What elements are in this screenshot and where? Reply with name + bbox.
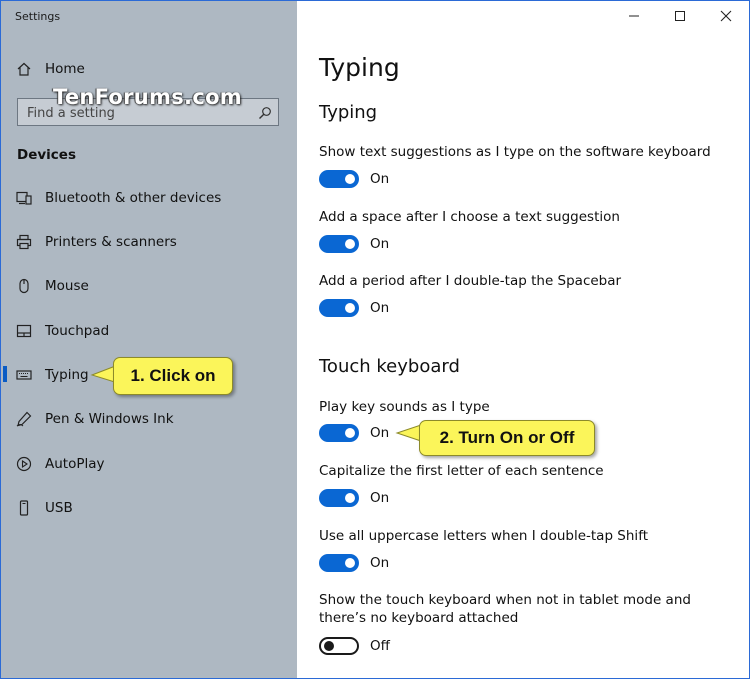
sidebar-item-bluetooth[interactable]: Bluetooth & other devices: [1, 178, 297, 218]
toggle-state: On: [370, 425, 390, 441]
sidebar-item-pen[interactable]: Pen & Windows Ink: [1, 399, 297, 439]
toggle-state: On: [370, 490, 390, 506]
section-heading-touch-keyboard: Touch keyboard: [319, 356, 460, 377]
usb-icon: [16, 500, 32, 516]
section-heading-typing: Typing: [319, 102, 378, 123]
sidebar-item-label: Pen & Windows Ink: [45, 411, 174, 427]
sidebar-item-usb[interactable]: USB: [1, 488, 297, 528]
setting-label: Capitalize the first letter of each sent…: [319, 463, 604, 479]
window-controls: [611, 1, 749, 31]
setting-toggle-row: On: [319, 487, 389, 509]
pen-icon: [16, 411, 32, 427]
sidebar-item-autoplay[interactable]: AutoPlay: [1, 444, 297, 484]
setting-label: Show text suggestions as I type on the s…: [319, 144, 711, 160]
sidebar-item-label: Typing: [45, 367, 89, 383]
sidebar-item-label: USB: [45, 500, 73, 516]
bluetooth-devices-icon: [16, 190, 32, 206]
touchpad-icon: [16, 323, 32, 339]
maximize-button[interactable]: [657, 1, 703, 31]
close-icon: [720, 10, 732, 22]
section-heading: Devices: [17, 147, 76, 163]
sidebar-item-printers[interactable]: Printers & scanners: [1, 222, 297, 262]
toggle-switch[interactable]: [319, 424, 359, 442]
toggle-switch[interactable]: [319, 637, 359, 655]
close-button[interactable]: [703, 1, 749, 31]
toggle-switch[interactable]: [319, 299, 359, 317]
sidebar-item-mouse[interactable]: Mouse: [1, 266, 297, 306]
setting-toggle-row: On: [319, 422, 389, 444]
content-pane: Typing Typing Show text suggestions as I…: [297, 1, 749, 678]
callout-2: 2. Turn On or Off: [419, 420, 595, 456]
sidebar: Settings Home TenForums.com Devices Blue…: [1, 1, 297, 678]
printer-icon: [16, 234, 32, 250]
toggle-switch[interactable]: [319, 235, 359, 253]
home-icon: [16, 61, 32, 77]
toggle-state: On: [370, 555, 390, 571]
toggle-state: On: [370, 171, 390, 187]
setting-label: Add a space after I choose a text sugges…: [319, 209, 620, 225]
page-title: Typing: [319, 53, 400, 82]
toggle-state: On: [370, 236, 390, 252]
sidebar-item-touchpad[interactable]: Touchpad: [1, 311, 297, 351]
setting-label: Play key sounds as I type: [319, 399, 490, 415]
setting-label: Add a period after I double-tap the Spac…: [319, 273, 622, 289]
app-title: Settings: [15, 10, 61, 23]
setting-toggle-row: On: [319, 233, 389, 255]
minimize-icon: [629, 15, 639, 17]
mouse-icon: [16, 278, 32, 294]
keyboard-icon: [16, 367, 32, 383]
sidebar-item-label: AutoPlay: [45, 456, 105, 472]
sidebar-item-label: Printers & scanners: [45, 234, 177, 250]
sidebar-item-label: Bluetooth & other devices: [45, 190, 222, 206]
sidebar-item-label: Home: [45, 61, 85, 77]
settings-window: Settings Home TenForums.com Devices Blue…: [0, 0, 750, 679]
toggle-switch[interactable]: [319, 554, 359, 572]
toggle-state: On: [370, 300, 390, 316]
setting-toggle-row: On: [319, 168, 389, 190]
toggle-state: Off: [370, 638, 390, 654]
search-icon[interactable]: [258, 105, 272, 119]
callout-1: 1. Click on: [113, 357, 233, 395]
sidebar-item-label: Mouse: [45, 278, 89, 294]
setting-label: Show the touch keyboard when not in tabl…: [319, 592, 691, 626]
setting-toggle-row: On: [319, 297, 389, 319]
minimize-button[interactable]: [611, 1, 657, 31]
autoplay-icon: [16, 456, 32, 472]
setting-toggle-row: On: [319, 552, 389, 574]
maximize-icon: [675, 11, 685, 21]
watermark: TenForums.com: [53, 85, 242, 109]
toggle-switch[interactable]: [319, 489, 359, 507]
sidebar-item-home[interactable]: Home: [1, 49, 297, 89]
setting-label: Use all uppercase letters when I double-…: [319, 528, 648, 544]
setting-toggle-row: Off: [319, 635, 390, 657]
toggle-switch[interactable]: [319, 170, 359, 188]
sidebar-item-label: Touchpad: [45, 323, 110, 339]
